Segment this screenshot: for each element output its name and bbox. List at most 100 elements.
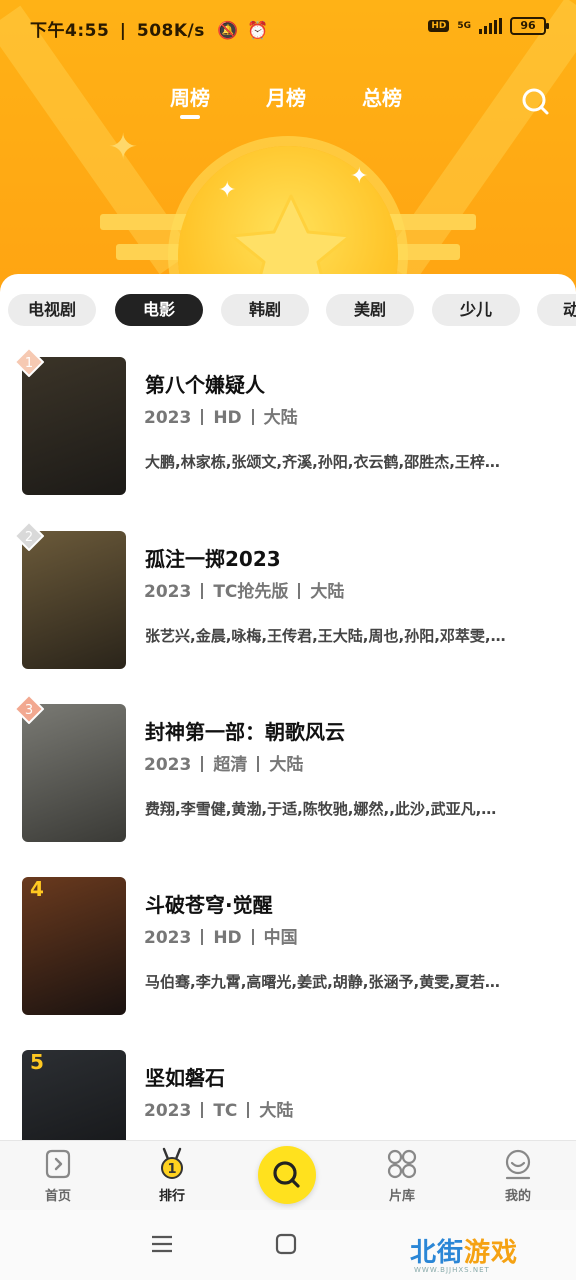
hd-icon: HD — [428, 20, 450, 32]
movie-meta: 2023 TC 大陆 — [144, 1096, 293, 1121]
medal-number: 1 — [167, 1162, 176, 1177]
meta-quality: HD — [213, 408, 242, 428]
watermark-logo: 北街游戏 — [410, 1232, 518, 1269]
poster-image — [22, 704, 126, 842]
sparkle-icon: ✦ — [218, 178, 237, 203]
poster-image — [22, 531, 126, 669]
profile-icon — [505, 1149, 531, 1180]
movie-title: 封神第一部：朝歌风云 — [145, 720, 345, 744]
rank-number: 4 — [30, 877, 44, 901]
home-square-icon[interactable] — [274, 1232, 298, 1256]
list-item[interactable]: 1 第八个嫌疑人 2023 HD 大陆 大鹏,林家栋,张颂文,齐溪,孙阳,衣云鹤,邵… — [0, 347, 576, 497]
mute-icon: 🔕 — [217, 21, 239, 41]
watermark-text-b: 游戏 — [464, 1238, 519, 1268]
nav-ranking[interactable]: 1 排行 — [132, 1147, 212, 1204]
period-tabs: 周榜 月榜 总榜 — [0, 82, 576, 122]
category-tv[interactable]: 电视剧 — [8, 294, 96, 326]
rank-number: 5 — [30, 1050, 44, 1074]
meta-year: 2023 — [144, 755, 192, 775]
status-speed: 508K/s — [136, 21, 205, 41]
meta-region: 大陆 — [269, 755, 304, 775]
meta-region: 大陆 — [310, 582, 345, 602]
nav-label: 排行 — [158, 1189, 185, 1204]
status-time: 下午4:55 — [30, 21, 110, 41]
movie-title: 第八个嫌疑人 — [145, 373, 265, 397]
nav-home[interactable]: 首页 — [18, 1147, 98, 1204]
category-kids[interactable]: 少儿 — [432, 294, 520, 326]
watermark-text-a: 北街 — [410, 1238, 465, 1268]
category-movie[interactable]: 电影 — [115, 294, 203, 326]
home-icon — [45, 1149, 71, 1179]
meta-separator — [201, 1102, 204, 1118]
movie-title: 斗破苍穹·觉醒 — [145, 893, 273, 917]
meta-separator — [201, 409, 204, 425]
list-item[interactable]: 4 斗破苍穹·觉醒 2023 HD 中国 马伯骞,李九霄,高曙光,姜武,胡静,张涵予… — [0, 877, 576, 1017]
medal-icon: 1 — [161, 1147, 183, 1179]
meta-quality: TC抢先版 — [213, 582, 289, 602]
search-icon — [273, 1161, 300, 1188]
category-anime[interactable]: 动 — [537, 294, 576, 326]
status-right: HD 5G 96 — [428, 17, 549, 35]
nav-label: 片库 — [388, 1189, 415, 1204]
tab-weekly[interactable]: 周榜 — [170, 82, 210, 119]
meta-year: 2023 — [144, 408, 192, 428]
sparkle-icon: ✦ — [350, 164, 369, 189]
movie-title: 坚如磐石 — [145, 1066, 225, 1090]
meta-quality: HD — [213, 928, 242, 948]
rank-number: 2 — [25, 530, 33, 545]
signal-icon — [479, 18, 502, 34]
ranking-header: ✦ ✦ ✦ 下午4:55 | 508K/s 🔕 ⏰ HD 5G 96 周榜 月榜… — [0, 0, 576, 300]
list-item[interactable]: 5 坚如磐石 2023 TC 大陆 — [0, 1050, 576, 1140]
nav-library[interactable]: 片库 — [362, 1147, 442, 1204]
search-fab-button[interactable] — [258, 1146, 316, 1204]
meta-separator — [247, 1102, 250, 1118]
status-bar: 下午4:55 | 508K/s 🔕 ⏰ HD 5G 96 — [0, 0, 576, 56]
meta-year: 2023 — [144, 1101, 192, 1121]
rank-badge-icon: 3 — [14, 694, 44, 724]
meta-separator — [201, 583, 204, 599]
rank-badge-icon: 2 — [14, 521, 44, 551]
network-label: 5G — [457, 20, 471, 31]
search-icon[interactable] — [520, 86, 550, 116]
movie-meta: 2023 超清 大陆 — [144, 750, 303, 775]
meta-quality: TC — [213, 1101, 238, 1121]
meta-separator — [257, 756, 260, 772]
list-item[interactable]: 2 孤注一掷2023 2023 TC抢先版 大陆 张艺兴,金晨,咏梅,王传君,王大陆… — [0, 521, 576, 671]
rank-number: 3 — [25, 703, 33, 718]
watermark-url: WWW.BJJHXS.NET — [414, 1266, 490, 1274]
sparkle-icon: ✦ — [108, 127, 139, 168]
meta-quality: 超清 — [213, 755, 248, 775]
movie-cast: 费翔,李雪健,黄渤,于适,陈牧驰,娜然,,此沙,武亚凡,… — [145, 800, 497, 818]
menu-icon[interactable] — [150, 1232, 174, 1256]
meta-region: 中国 — [263, 928, 298, 948]
movie-meta: 2023 HD 大陆 — [144, 403, 298, 428]
movie-meta: 2023 HD 中国 — [144, 923, 298, 948]
meta-separator — [251, 929, 254, 945]
status-divider: | — [119, 21, 127, 41]
nav-label: 我的 — [504, 1189, 531, 1204]
meta-year: 2023 — [144, 582, 192, 602]
alarm-icon: ⏰ — [247, 21, 270, 41]
category-korean[interactable]: 韩剧 — [221, 294, 309, 326]
nav-profile[interactable]: 我的 — [478, 1147, 558, 1204]
movie-meta: 2023 TC抢先版 大陆 — [144, 577, 344, 602]
grid-icon — [387, 1149, 417, 1179]
category-tabs: 电视剧 电影 韩剧 美剧 少儿 动 — [0, 294, 576, 330]
meta-separator — [251, 409, 254, 425]
meta-separator — [298, 583, 301, 599]
battery-icon: 96 — [510, 17, 549, 35]
rank-number: 1 — [25, 356, 33, 371]
meta-separator — [201, 756, 204, 772]
poster-image — [22, 357, 126, 495]
movie-title: 孤注一掷2023 — [145, 547, 281, 571]
tab-monthly[interactable]: 月榜 — [266, 82, 306, 111]
category-american[interactable]: 美剧 — [326, 294, 414, 326]
rank-badge-icon: 1 — [14, 347, 44, 377]
tab-total[interactable]: 总榜 — [362, 82, 402, 111]
meta-year: 2023 — [144, 928, 192, 948]
meta-separator — [201, 929, 204, 945]
list-item[interactable]: 3 封神第一部：朝歌风云 2023 超清 大陆 费翔,李雪健,黄渤,于适,陈牧驰,娜… — [0, 694, 576, 844]
movie-cast: 马伯骞,李九霄,高曙光,姜武,胡静,张涵予,黄雯,夏若… — [145, 973, 500, 991]
movie-cast: 大鹏,林家栋,张颂文,齐溪,孙阳,衣云鹤,邵胜杰,王梓… — [145, 453, 500, 471]
movie-cast: 张艺兴,金晨,咏梅,王传君,王大陆,周也,孙阳,邓萃雯,… — [145, 627, 506, 645]
